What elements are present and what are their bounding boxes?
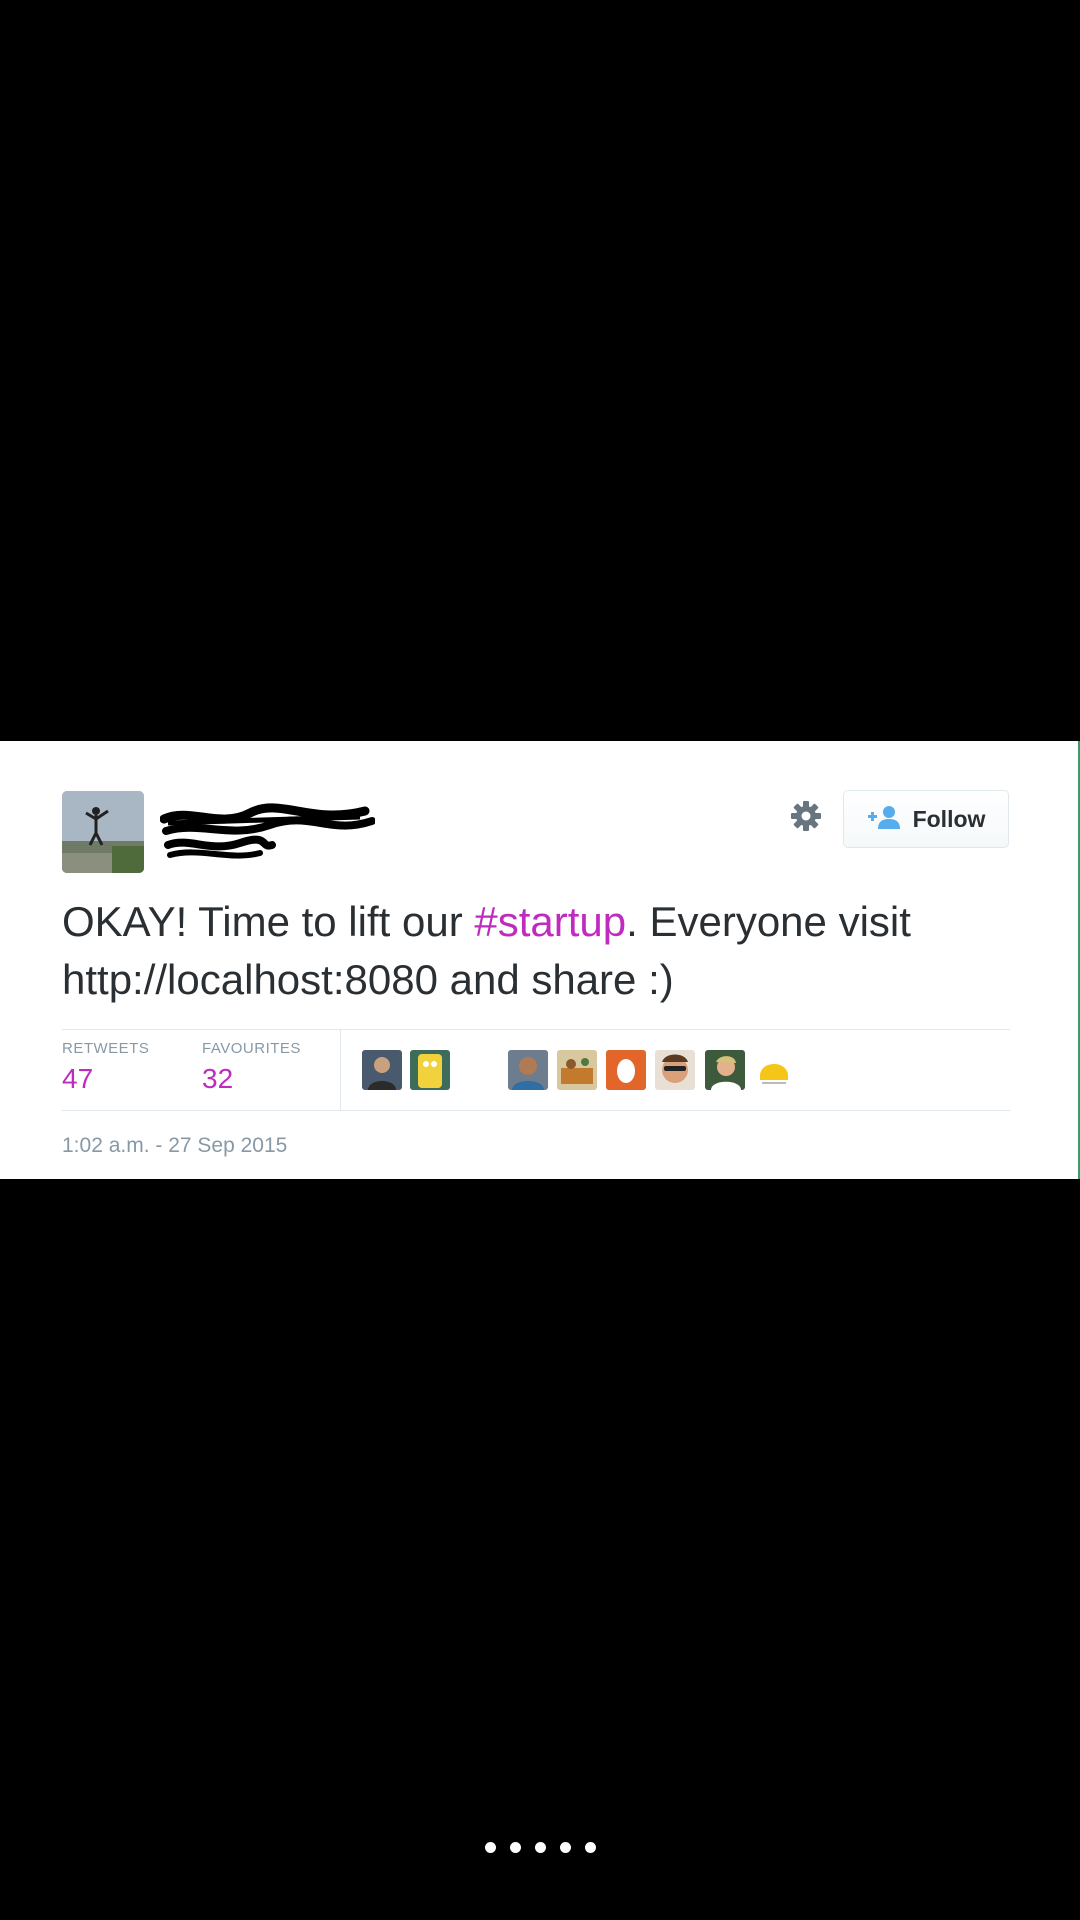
favouriter-avatar[interactable] — [362, 1050, 402, 1090]
favourites-label: FAVOURITES — [202, 1040, 301, 1057]
favouriter-avatar[interactable] — [754, 1050, 794, 1090]
page-dot[interactable] — [584, 1842, 596, 1853]
add-user-icon — [867, 805, 901, 834]
stats-divider — [340, 1030, 341, 1110]
page-dot[interactable] — [534, 1842, 546, 1853]
stats-bar: RETWEETS 47 FAVOURITES 32 — [62, 1029, 1010, 1111]
page-dot[interactable] — [509, 1842, 521, 1853]
tweet-card: Follow OKAY! Time to lift our #startup. … — [0, 741, 1080, 1179]
redacted-author-name — [159, 799, 376, 869]
tweet-text-start: OKAY! Time to lift our — [62, 898, 475, 945]
favouriter-avatar[interactable] — [705, 1050, 745, 1090]
page-indicator — [0, 1842, 1080, 1853]
follow-button[interactable]: Follow — [843, 790, 1009, 848]
settings-button[interactable] — [787, 799, 825, 837]
page-dot[interactable] — [484, 1842, 496, 1853]
favouriter-avatar[interactable] — [410, 1050, 450, 1090]
retweets-count: 47 — [62, 1063, 94, 1094]
hashtag-link[interactable]: #startup — [474, 898, 626, 945]
retweets-label: RETWEETS — [62, 1040, 150, 1057]
favourites-count: 32 — [202, 1063, 234, 1094]
favouriter-avatar[interactable] — [508, 1050, 548, 1090]
retweets-stat[interactable]: RETWEETS 47 — [62, 1040, 149, 1095]
author-avatar[interactable] — [62, 791, 144, 873]
favouriter-avatar[interactable] — [655, 1050, 695, 1090]
tweet-text: OKAY! Time to lift our #startup. Everyon… — [62, 893, 1022, 1009]
favourites-stat[interactable]: FAVOURITES 32 — [202, 1040, 301, 1095]
favouriter-avatar[interactable] — [606, 1050, 646, 1090]
page-dot[interactable] — [559, 1842, 571, 1853]
favouriter-avatar[interactable] — [557, 1050, 597, 1090]
tweet-timestamp[interactable]: 1:02 a.m. - 27 Sep 2015 — [62, 1134, 287, 1158]
gear-icon — [789, 799, 823, 838]
screen: Follow OKAY! Time to lift our #startup. … — [0, 0, 1080, 1920]
follow-label: Follow — [912, 805, 986, 832]
